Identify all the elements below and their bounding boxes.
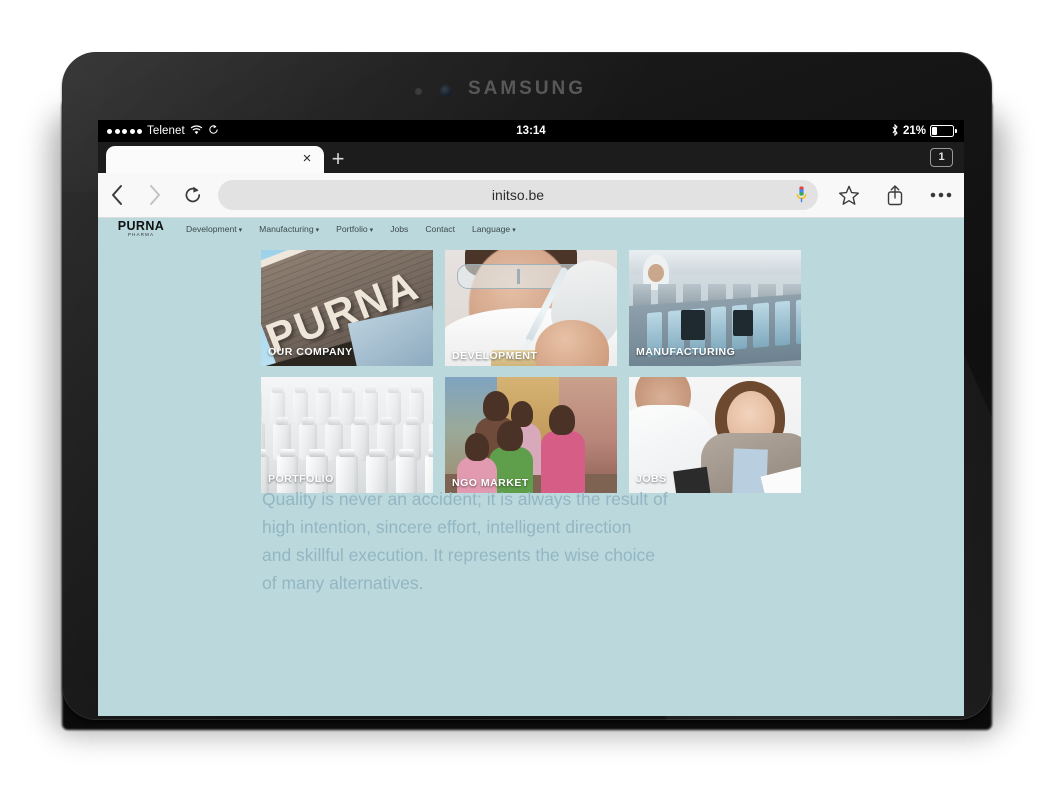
tile-row: PORTFOLIO NGO MARKET JOBS — [261, 377, 801, 493]
share-button[interactable] — [872, 173, 918, 217]
address-bar[interactable]: initso.be — [218, 180, 818, 210]
tile-label: MANUFACTURING — [636, 346, 736, 358]
children-in-village-photo — [445, 377, 617, 493]
close-tab-icon[interactable]: × — [300, 151, 314, 166]
tile-label: OUR COMPANY — [268, 346, 353, 358]
quality-quote: Quality is never an accident; it is alwa… — [262, 485, 732, 597]
chevron-down-icon: ▾ — [369, 227, 374, 234]
browser-tab-active[interactable]: × — [106, 146, 324, 175]
quote-line-3: and skillful execution. It represents th… — [262, 545, 655, 565]
tablet-device: SAMSUNG Telenet 13:14 21% × + 1 initso.b… — [62, 52, 992, 720]
status-bar: Telenet 13:14 21% — [98, 120, 964, 142]
site-navigation-bar: PURNA PHARMA Development ▾ Manufacturing ▾… — [98, 218, 964, 240]
menu-label: Portfolio — [336, 224, 368, 234]
tablet-screen: Telenet 13:14 21% × + 1 initso.be PURNA … — [98, 120, 964, 716]
bookmark-button[interactable] — [826, 173, 872, 217]
web-page-content: PURNA PHARMA Development ▾ Manufacturing ▾… — [98, 218, 964, 716]
new-tab-button[interactable]: + — [329, 148, 347, 170]
browser-tab-strip: × + 1 — [98, 142, 964, 175]
tile-ngo-market[interactable]: NGO MARKET — [445, 377, 617, 493]
menu-label: Language — [471, 224, 511, 234]
clock-label: 13:14 — [516, 125, 546, 137]
screenshot-root: SAMSUNG Telenet 13:14 21% × + 1 initso.b… — [0, 0, 1050, 800]
menu-label: Development — [186, 224, 237, 234]
chevron-down-icon: ▾ — [315, 227, 320, 234]
tile-development[interactable]: DEVELOPMENT — [445, 250, 617, 366]
tile-row: PURNA OUR COMPANY DEVELOPMENT MANUFACTUR… — [261, 250, 801, 366]
chevron-down-icon: ▾ — [512, 227, 516, 234]
forward-nav-button[interactable] — [136, 173, 174, 217]
site-menu: Development ▾ Manufacturing ▾ Portfolio ▾ J… — [186, 224, 516, 234]
chevron-down-icon: ▾ — [238, 227, 243, 234]
forward-chevron-icon — [150, 185, 160, 205]
share-icon — [887, 185, 903, 206]
menu-item-contact[interactable]: Contact — [425, 224, 455, 234]
back-nav-button[interactable] — [98, 173, 136, 217]
quote-line-4: of many alternatives. — [262, 573, 424, 593]
reload-button[interactable] — [174, 173, 212, 217]
category-tile-grid: PURNA OUR COMPANY DEVELOPMENT MANUFACTUR… — [261, 250, 801, 493]
quote-line-2: high intention, sincere effort, intellig… — [262, 517, 632, 537]
device-brand-label: SAMSUNG — [467, 78, 587, 99]
menu-item-development[interactable]: Development ▾ — [186, 224, 242, 234]
reload-icon — [185, 186, 201, 203]
tab-count-badge[interactable]: 1 — [930, 148, 953, 167]
more-options-button[interactable] — [918, 173, 964, 217]
menu-item-language[interactable]: Language ▾ — [472, 224, 516, 234]
tile-portfolio[interactable]: PORTFOLIO — [261, 377, 433, 493]
url-text: initso.be — [491, 187, 545, 203]
tile-label: DEVELOPMENT — [452, 350, 538, 362]
scientist-with-pipette-photo — [445, 250, 617, 366]
menu-label: Manufacturing — [259, 224, 314, 234]
tile-jobs[interactable]: JOBS — [629, 377, 801, 493]
tile-manufacturing[interactable]: MANUFACTURING — [629, 250, 801, 366]
tile-label: PORTFOLIO — [268, 473, 334, 485]
browser-toolbar: initso.be — [98, 173, 964, 218]
back-chevron-icon — [112, 185, 122, 205]
tile-label: JOBS — [636, 473, 667, 485]
logo-name: PURNA — [117, 218, 165, 233]
battery-percent-label: 21% — [902, 125, 926, 137]
quote-line-1: Quality is never an accident; it is alwa… — [262, 489, 668, 509]
menu-item-manufacturing[interactable]: Manufacturing ▾ — [259, 224, 319, 234]
site-logo[interactable]: PURNA PHARMA — [112, 220, 170, 238]
logo-tagline: PHARMA — [127, 232, 155, 238]
microphone-icon[interactable] — [796, 186, 807, 204]
bluetooth-icon — [891, 123, 899, 139]
battery-icon — [930, 125, 957, 137]
status-bar-right: 21% — [891, 120, 957, 142]
more-options-icon — [930, 192, 952, 198]
tile-our-company[interactable]: PURNA OUR COMPANY — [261, 250, 433, 366]
menu-item-jobs[interactable]: Jobs — [390, 224, 408, 234]
menu-item-portfolio[interactable]: Portfolio ▾ — [336, 224, 373, 234]
star-bookmark-icon — [839, 185, 859, 205]
